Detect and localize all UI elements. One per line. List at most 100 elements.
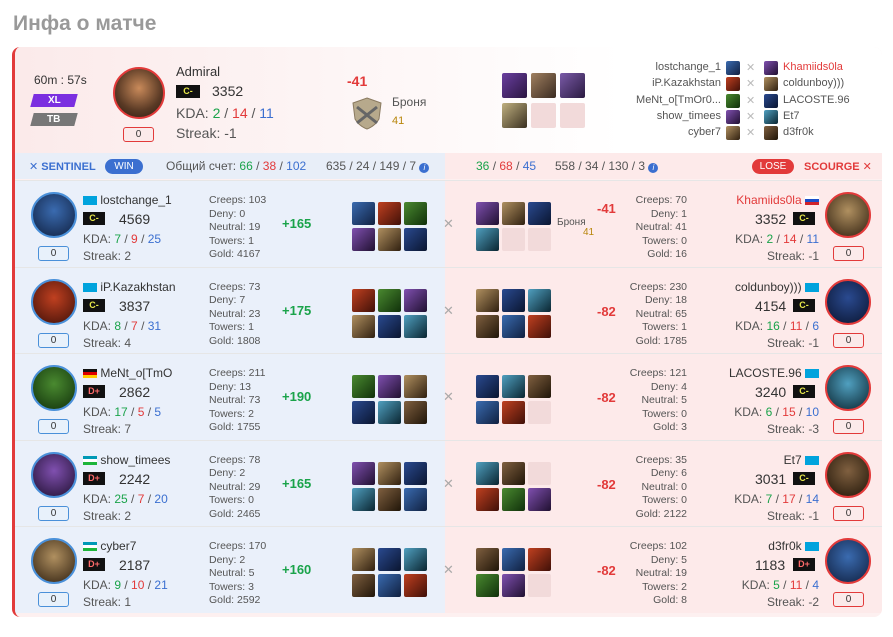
hero-avatar[interactable] [825, 538, 871, 584]
item-slot[interactable] [378, 228, 401, 251]
item-slot[interactable] [502, 73, 527, 98]
score-button[interactable]: 0 [38, 419, 69, 434]
item-slot[interactable] [476, 548, 499, 571]
item-slot[interactable] [476, 401, 499, 424]
item-slot[interactable] [404, 461, 427, 485]
item-slot[interactable] [502, 314, 525, 338]
item-slot[interactable] [378, 401, 401, 424]
player-name[interactable]: d3fr0k [695, 539, 819, 553]
roster-right-name[interactable]: LACOSTE.96 [783, 94, 850, 106]
item-slot[interactable] [476, 288, 499, 312]
item-slot[interactable] [404, 288, 427, 312]
item-slot[interactable] [352, 461, 375, 485]
item-slot[interactable] [531, 73, 556, 98]
item-slot[interactable] [476, 574, 499, 597]
score-button[interactable]: 0 [833, 592, 864, 607]
score-button[interactable]: 0 [38, 592, 69, 607]
player-name[interactable]: coldunboy))) [695, 280, 819, 294]
roster-left-name[interactable]: iP.Kazakhstan [605, 77, 721, 89]
player-name[interactable]: Et7 [695, 453, 819, 467]
score-button[interactable]: 0 [38, 505, 69, 521]
item-slot[interactable] [476, 375, 499, 398]
item-slot[interactable] [378, 487, 401, 511]
item-slot[interactable] [502, 288, 525, 312]
hero-avatar[interactable] [113, 67, 165, 119]
item-slot[interactable] [502, 103, 527, 128]
item-slot[interactable] [404, 548, 427, 571]
score-button[interactable]: 0 [38, 332, 69, 348]
item-slot[interactable] [378, 375, 401, 398]
roster-left-name[interactable]: cyber7 [605, 126, 721, 138]
item-slot[interactable] [502, 548, 525, 571]
item-slot[interactable] [502, 202, 525, 225]
item-slot[interactable] [378, 461, 401, 485]
roster-right-name[interactable]: d3fr0k [783, 126, 814, 138]
item-slot[interactable] [404, 401, 427, 424]
item-slot[interactable] [352, 548, 375, 571]
item-slot[interactable] [528, 314, 551, 338]
hero-avatar[interactable] [31, 365, 77, 411]
item-slot[interactable] [476, 228, 499, 251]
roster-right-name[interactable]: coldunboy))) [783, 77, 844, 89]
player-name[interactable]: show_timees [83, 453, 170, 467]
player-name[interactable]: Khamiids0la [695, 193, 819, 207]
hero-avatar[interactable] [31, 278, 77, 325]
item-slot[interactable] [528, 288, 551, 312]
player-name[interactable]: Admiral [176, 64, 220, 79]
item-slot[interactable] [404, 202, 427, 225]
hero-avatar[interactable] [825, 451, 871, 498]
score-button[interactable]: 0 [833, 419, 864, 434]
item-slot[interactable] [502, 401, 525, 424]
hero-avatar[interactable] [31, 192, 77, 238]
score-button[interactable]: 0 [833, 246, 864, 261]
item-slot[interactable] [404, 228, 427, 251]
item-slot[interactable] [378, 574, 401, 597]
item-slot[interactable] [378, 202, 401, 225]
item-slot[interactable] [502, 574, 525, 597]
player-name[interactable]: LACOSTE.96 [695, 366, 819, 380]
item-slot[interactable] [404, 375, 427, 398]
item-slot[interactable] [528, 375, 551, 398]
item-slot[interactable] [502, 461, 525, 485]
hero-avatar[interactable] [31, 451, 77, 498]
score-button[interactable]: 0 [38, 246, 69, 261]
hero-avatar[interactable] [825, 192, 871, 238]
roster-left-name[interactable]: MeNt_o[TmOr0... [605, 94, 721, 106]
item-slot[interactable] [352, 228, 375, 251]
item-slot[interactable] [378, 288, 401, 312]
item-slot[interactable] [502, 375, 525, 398]
roster-left-name[interactable]: show_timees [605, 110, 721, 122]
item-slot[interactable] [352, 401, 375, 424]
item-slot[interactable] [502, 487, 525, 511]
item-slot[interactable] [528, 487, 551, 511]
item-slot[interactable] [476, 487, 499, 511]
item-slot[interactable] [378, 314, 401, 338]
item-slot[interactable] [528, 202, 551, 225]
score-button[interactable]: 0 [123, 127, 154, 142]
item-slot[interactable] [476, 202, 499, 225]
hero-avatar[interactable] [825, 278, 871, 325]
item-slot[interactable] [528, 548, 551, 571]
item-slot[interactable] [352, 288, 375, 312]
item-slot[interactable] [352, 202, 375, 225]
player-name[interactable]: cyber7 [83, 539, 136, 553]
item-slot[interactable] [352, 487, 375, 511]
item-slot[interactable] [476, 461, 499, 485]
item-slot[interactable] [352, 314, 375, 338]
player-name[interactable]: MeNt_o[TmO [83, 366, 172, 380]
item-slot[interactable] [352, 375, 375, 398]
roster-left-name[interactable]: lostchange_1 [605, 61, 721, 73]
roster-right-name[interactable]: Khamiids0la [783, 61, 843, 73]
hero-avatar[interactable] [825, 365, 871, 411]
item-slot[interactable] [378, 548, 401, 571]
roster-right-name[interactable]: Et7 [783, 110, 800, 122]
item-slot[interactable] [404, 487, 427, 511]
item-slot[interactable] [560, 73, 585, 98]
player-name[interactable]: iP.Kazakhstan [83, 280, 176, 294]
item-slot[interactable] [404, 314, 427, 338]
item-slot[interactable] [404, 574, 427, 597]
item-slot[interactable] [476, 314, 499, 338]
item-slot[interactable] [352, 574, 375, 597]
score-button[interactable]: 0 [833, 505, 864, 521]
hero-avatar[interactable] [31, 538, 77, 584]
